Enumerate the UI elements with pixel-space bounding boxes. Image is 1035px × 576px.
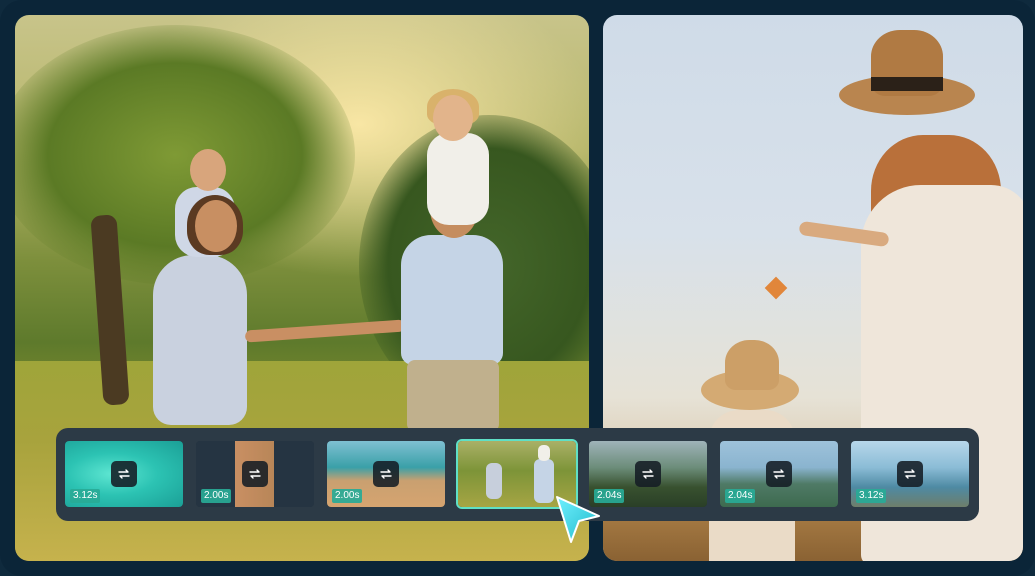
- swap-icon[interactable]: [111, 461, 137, 487]
- pointer-cursor-icon: [556, 496, 600, 543]
- mother-head: [195, 200, 237, 252]
- timeline-clip[interactable]: 2.00s: [196, 441, 314, 507]
- clip-duration: 3.12s: [856, 489, 887, 503]
- timeline-clip[interactable]: 2.00s: [327, 441, 445, 507]
- clip-duration: 2.00s: [332, 489, 363, 503]
- swap-icon[interactable]: [373, 461, 399, 487]
- timeline-clip[interactable]: 2.04s: [589, 441, 707, 507]
- child-hat-crown: [725, 340, 779, 390]
- father-shorts: [407, 360, 499, 432]
- girl-head: [433, 95, 473, 141]
- app-frame: 3.12s 2.00s 2.00s 2.04s 2.04s 3.12s: [0, 0, 1035, 576]
- timeline-clip[interactable]: 2.04s: [720, 441, 838, 507]
- thumb-girl: [538, 445, 550, 461]
- father-figure: [401, 235, 503, 365]
- timeline-clip[interactable]: 3.12s: [65, 441, 183, 507]
- boy-head: [190, 149, 226, 191]
- swap-icon[interactable]: [766, 461, 792, 487]
- clip-duration: 2.04s: [725, 489, 756, 503]
- thumb-mother: [486, 463, 502, 499]
- hat-band: [871, 77, 943, 91]
- swap-icon[interactable]: [242, 461, 268, 487]
- swap-icon[interactable]: [635, 461, 661, 487]
- thumb-father: [534, 459, 554, 503]
- clip-duration: 3.12s: [70, 489, 101, 503]
- clip-duration: 2.00s: [201, 489, 232, 503]
- girl-figure: [427, 133, 489, 225]
- swap-icon[interactable]: [897, 461, 923, 487]
- timeline-clip[interactable]: 3.12s: [851, 441, 969, 507]
- clip-timeline: 3.12s 2.00s 2.00s 2.04s 2.04s 3.12s: [56, 428, 979, 521]
- mother-figure: [153, 255, 247, 425]
